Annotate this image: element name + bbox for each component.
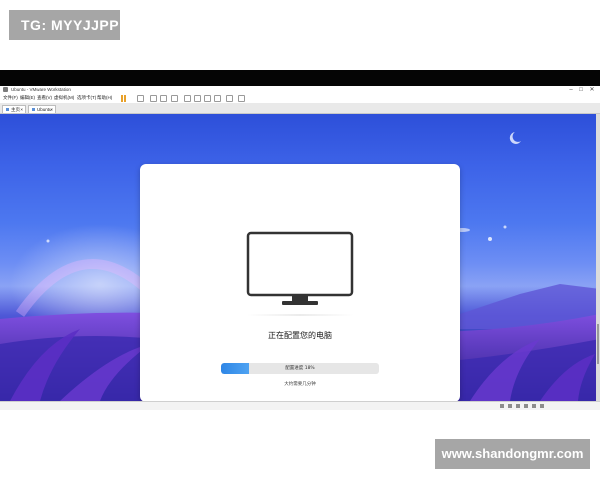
page-indicator <box>270 378 330 381</box>
guest-screen[interactable]: 正在配置您的电脑 配置进度 18% 大约需要几分钟 <box>0 114 600 401</box>
setup-time-remaining: 大约需要几分钟 <box>284 382 316 387</box>
device-icon[interactable] <box>532 404 536 408</box>
minimize-button[interactable]: – <box>568 86 574 94</box>
send-ctrl-alt-del-icon[interactable] <box>137 95 144 102</box>
thumbnail-icon[interactable] <box>194 95 201 102</box>
page-dot <box>270 378 285 380</box>
full-screen-icon[interactable] <box>204 95 211 102</box>
device-icon[interactable] <box>516 404 520 408</box>
tab-bar: 主页 × Ubuntu × <box>0 103 600 114</box>
console-view-icon[interactable] <box>226 95 233 102</box>
vmware-window: Ubuntu - VMware Workstation – □ ✕ 文件(F) … <box>0 70 600 410</box>
close-window-button[interactable]: ✕ <box>589 86 595 94</box>
snapshot-icon[interactable] <box>150 95 157 102</box>
title-bar: Ubuntu - VMware Workstation – □ ✕ <box>0 86 600 94</box>
menu-help[interactable]: 帮助(H) <box>97 95 112 101</box>
vertical-scrollbar[interactable] <box>596 114 600 401</box>
vm-icon <box>32 108 35 112</box>
pause-icon[interactable] <box>120 95 127 102</box>
page-dot-active <box>312 378 327 380</box>
window-title: Ubuntu - VMware Workstation <box>11 87 71 92</box>
home-icon <box>6 108 9 112</box>
tab-ubuntu-close-icon[interactable]: × <box>50 106 53 113</box>
screenshot: TG: MYYJJPP Ubuntu - VMware Workstation … <box>0 0 600 480</box>
setup-dialog: 正在配置您的电脑 配置进度 18% 大约需要几分钟 <box>140 164 460 401</box>
device-icon[interactable] <box>500 404 504 408</box>
tab-home-close-icon[interactable]: × <box>20 106 23 113</box>
menu-view[interactable]: 查看(V) <box>37 95 52 101</box>
menu-file[interactable]: 文件(F) <box>3 95 18 101</box>
device-icon[interactable] <box>524 404 528 408</box>
watermark-bottom: www.shandongmr.com <box>435 439 590 469</box>
menu-edit[interactable]: 编辑(E) <box>20 95 35 101</box>
tab-home[interactable]: 主页 × <box>2 105 26 113</box>
setup-heading: 正在配置您的电脑 <box>268 331 332 340</box>
page-dot <box>291 378 306 380</box>
vmware-app-icon <box>3 87 8 92</box>
show-library-icon[interactable] <box>184 95 191 102</box>
menu-bar: 文件(F) 编辑(E) 查看(V) 虚拟机(M) 选项卡(T) 帮助(H) <box>0 94 600 103</box>
device-icon[interactable] <box>540 404 544 408</box>
menu-vm[interactable]: 虚拟机(M) <box>54 95 74 101</box>
unity-icon[interactable] <box>214 95 221 102</box>
setup-progress-label: 配置进度 18% <box>285 366 315 371</box>
tab-home-label: 主页 <box>11 107 20 112</box>
watermark-top: TG: MYYJJPP <box>9 10 120 40</box>
tab-ubuntu-label: Ubuntu <box>37 107 52 112</box>
monitor-shadow <box>246 314 354 316</box>
status-bar <box>0 401 600 410</box>
menu-tabs[interactable]: 选项卡(T) <box>77 95 96 101</box>
black-bar <box>0 70 600 86</box>
tab-ubuntu[interactable]: Ubuntu × <box>28 105 56 113</box>
snapshot-manager-icon[interactable] <box>171 95 178 102</box>
stretch-guest-icon[interactable] <box>238 95 245 102</box>
maximize-button[interactable]: □ <box>578 86 584 94</box>
setup-progress-bar: 配置进度 18% <box>221 363 379 374</box>
device-icon[interactable] <box>508 404 512 408</box>
monitor-icon <box>246 231 354 305</box>
snapshot-restore-icon[interactable] <box>160 95 167 102</box>
